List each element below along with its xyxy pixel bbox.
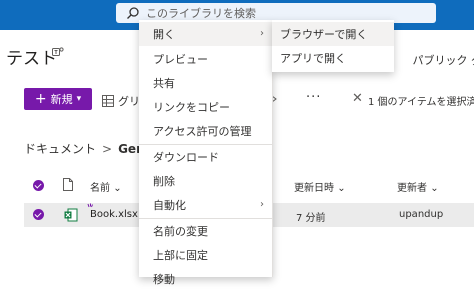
open-submenu: ブラウザーで開く アプリで開く xyxy=(272,20,394,72)
submenu-item-label: ブラウザーで開く xyxy=(272,26,367,42)
menu-item-copy-link[interactable]: リンクをコピー xyxy=(139,95,272,119)
menu-item-rename[interactable]: 名前の変更 xyxy=(139,219,272,243)
search-icon xyxy=(126,6,140,20)
chevron-down-icon: ⌄ xyxy=(430,183,438,194)
menu-item-label: プレビュー xyxy=(139,51,208,67)
menu-item-label: 移動 xyxy=(139,271,175,287)
context-menu: 開く › プレビュー 共有 リンクをコピー アクセス許可の管理 ダウンロード 削… xyxy=(139,20,273,277)
menu-item-manage-access[interactable]: アクセス許可の管理 xyxy=(139,119,272,143)
menu-item-label: 名前の変更 xyxy=(139,223,208,239)
column-header-modified-by-label: 更新者 xyxy=(397,183,427,194)
breadcrumb-separator: > xyxy=(102,142,112,156)
column-header-modified[interactable]: 更新日時 ⌄ xyxy=(294,179,346,194)
menu-item-label: リンクをコピー xyxy=(139,99,230,115)
chevron-down-icon: ⌄ xyxy=(337,183,345,194)
menu-item-delete[interactable]: 削除 xyxy=(139,169,272,193)
menu-item-automate[interactable]: 自動化 › xyxy=(139,193,272,217)
row-checkbox[interactable] xyxy=(33,209,44,220)
menu-item-label: ダウンロード xyxy=(139,149,219,165)
submenu-item-label: アプリで開く xyxy=(272,50,346,66)
chevron-right-icon: › xyxy=(260,199,264,210)
file-modified-by[interactable]: upandup xyxy=(399,209,443,220)
menu-item-pin-to-top[interactable]: 上部に固定 xyxy=(139,243,272,267)
search-placeholder: このライブラリを検索 xyxy=(146,5,256,21)
menu-item-move[interactable]: 移動 xyxy=(139,267,272,291)
chevron-down-icon: ▾ xyxy=(77,94,82,104)
clear-selection-icon[interactable]: ✕ xyxy=(352,93,363,105)
more-options-icon[interactable]: ··· xyxy=(306,90,321,105)
menu-item-share[interactable]: 共有 xyxy=(139,71,272,95)
breadcrumb-root[interactable]: ドキュメント xyxy=(24,142,96,156)
new-button-label: 新規 xyxy=(51,91,73,107)
excel-file-icon xyxy=(64,208,78,222)
file-modified: 7 分前 xyxy=(296,209,326,224)
menu-item-label: アクセス許可の管理 xyxy=(139,123,251,139)
select-all-checkbox[interactable] xyxy=(33,180,44,191)
menu-item-download[interactable]: ダウンロード xyxy=(139,145,272,169)
plus-icon: + xyxy=(35,92,47,106)
menu-item-label: 上部に固定 xyxy=(139,247,208,263)
submenu-item-open-in-app[interactable]: アプリで開く xyxy=(272,46,394,70)
menu-item-open[interactable]: 開く › xyxy=(139,22,272,46)
chevron-down-icon: ⌄ xyxy=(113,183,121,194)
menu-item-label: 自動化 xyxy=(139,197,186,213)
chevron-right-icon: › xyxy=(260,28,264,39)
file-name-link[interactable]: Book.xlsx xyxy=(90,209,138,220)
menu-item-label: 共有 xyxy=(139,75,175,91)
menu-item-preview[interactable]: プレビュー xyxy=(139,47,272,71)
column-header-name-label: 名前 xyxy=(90,183,110,194)
site-title: テスト xyxy=(6,44,57,69)
teams-icon[interactable] xyxy=(52,46,64,58)
file-type-icon xyxy=(63,178,73,191)
selection-count: 1 個のアイテムを選択済 xyxy=(368,93,474,108)
column-header-modified-label: 更新日時 xyxy=(294,183,334,194)
grid-icon xyxy=(102,95,114,107)
new-button[interactable]: + 新規 ▾ xyxy=(24,88,92,110)
menu-item-label: 削除 xyxy=(139,173,175,189)
menu-item-label: 開く xyxy=(139,26,175,42)
column-header-name[interactable]: 名前 ⌄ xyxy=(90,179,122,194)
site-visibility: パブリック グ xyxy=(413,52,474,68)
column-header-modified-by[interactable]: 更新者 ⌄ xyxy=(397,179,439,194)
submenu-item-open-in-browser[interactable]: ブラウザーで開く xyxy=(272,22,394,46)
